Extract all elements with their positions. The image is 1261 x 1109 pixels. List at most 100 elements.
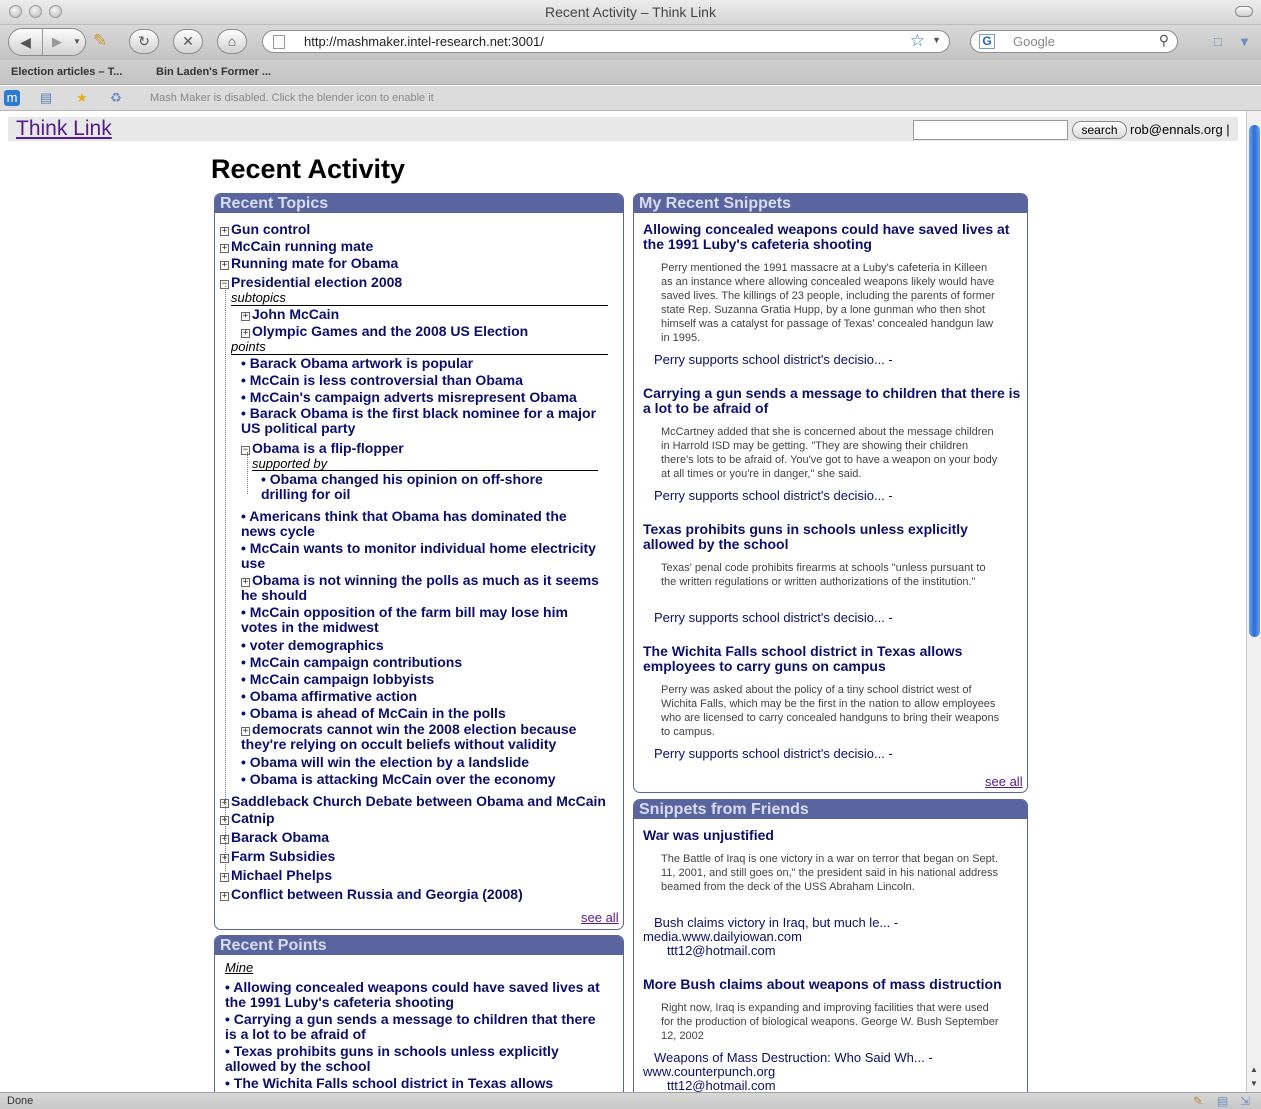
subtopic-item[interactable]: + John McCain [241, 306, 339, 322]
snippets-see-all-link[interactable]: see all [985, 774, 1023, 789]
topic-item[interactable]: + Catnip [220, 810, 275, 826]
point-item[interactable]: • McCain opposition of the farm bill may… [241, 605, 603, 635]
bookmark-star-icon[interactable]: ☆ [910, 31, 925, 51]
expand-plus-icon[interactable]: + [220, 854, 229, 863]
sidebar-icon[interactable]: ▤ [38, 90, 54, 106]
snippet-title[interactable]: Carrying a gun sends a message to childr… [643, 386, 1021, 416]
address-bar[interactable]: http://mashmaker.intel-research.net:3001… [262, 30, 950, 53]
expand-plus-icon[interactable]: + [220, 873, 229, 882]
mashmaker-status-message: Mash Maker is disabled. Click the blende… [150, 92, 434, 104]
supporting-point[interactable]: • Obama changed his opinion on off-shore… [261, 472, 591, 502]
snippet-source-link[interactable]: Perry supports school district's decisio… [654, 352, 893, 367]
point-item[interactable]: • McCain is less controversial than Obam… [241, 372, 523, 388]
recent-point-item[interactable]: • Carrying a gun sends a message to chil… [225, 1012, 610, 1042]
point-item[interactable]: • Obama will win the election by a lands… [241, 754, 529, 770]
broom-status-icon[interactable]: ✎ [1193, 1094, 1203, 1108]
point-item[interactable]: • Barack Obama artwork is popular [241, 355, 473, 371]
point-item[interactable]: • Obama affirmative action [241, 688, 417, 704]
point-item[interactable]: • McCain campaign contributions [241, 654, 462, 670]
scroll-up-arrow-icon[interactable]: ▲ [1247, 1063, 1261, 1077]
snippet-title[interactable]: Allowing concealed weapons could have sa… [643, 222, 1021, 252]
point-item-expanded[interactable]: − Obama is a flip-flopper [241, 440, 404, 456]
toolbar-toggle-button[interactable] [1235, 6, 1253, 17]
expand-plus-icon[interactable]: + [241, 727, 250, 736]
topic-item[interactable]: + Gun control [220, 221, 310, 237]
web-search-field[interactable]: G Google ⚲ [970, 30, 1178, 53]
snippet-title[interactable]: The Wichita Falls school district in Tex… [643, 644, 1021, 674]
expand-plus-icon[interactable]: + [220, 261, 229, 270]
point-item[interactable]: • Americans think that Obama has dominat… [241, 509, 603, 539]
url-text: http://mashmaker.intel-research.net:3001… [304, 34, 544, 49]
forward-button[interactable]: ▶ [44, 29, 70, 55]
snippet-title[interactable]: More Bush claims about weapons of mass d… [643, 977, 1021, 992]
point-item[interactable]: + Obama is not winning the polls as much … [241, 573, 603, 603]
recent-point-item[interactable]: • Texas prohibits guns in schools unless… [225, 1044, 610, 1074]
expand-plus-icon[interactable]: + [241, 312, 250, 321]
collapse-minus-icon[interactable]: − [241, 446, 250, 455]
think-link-logo-link[interactable]: Think Link [16, 117, 112, 141]
expand-plus-icon[interactable]: + [241, 329, 250, 338]
expand-plus-icon[interactable]: + [220, 227, 229, 236]
expand-plus-icon[interactable]: + [220, 799, 229, 808]
scroll-down-arrow-icon[interactable]: ▼ [1247, 1077, 1261, 1091]
bookmark-bin-laden[interactable]: Bin Laden's Former ... [156, 66, 271, 78]
blender-icon[interactable]: ♻ [108, 90, 124, 106]
mashmaker-status-icon[interactable]: ▤ [1217, 1094, 1228, 1108]
topic-item-expanded[interactable]: − Presidential election 2008 [220, 274, 402, 290]
search-magnifier-icon[interactable]: ⚲ [1159, 32, 1169, 49]
topics-see-all-link[interactable]: see all [581, 910, 619, 925]
snippet-source-link[interactable]: Perry supports school district's decisio… [654, 610, 893, 625]
point-item[interactable]: • McCain wants to monitor individual hom… [241, 541, 603, 571]
site-search-input[interactable] [913, 120, 1068, 140]
site-search-button[interactable]: search [1072, 121, 1127, 139]
topic-item[interactable]: + Barack Obama [220, 829, 329, 845]
topic-item[interactable]: + Running mate for Obama [220, 255, 398, 271]
expand-plus-icon[interactable]: + [241, 578, 250, 587]
resize-grip-icon[interactable]: ⇲ [1240, 1094, 1250, 1108]
point-item[interactable]: + democrats cannot win the 2008 election … [241, 722, 603, 752]
google-engine-icon[interactable]: G [979, 34, 995, 49]
snippet-source-link[interactable]: Perry supports school district's decisio… [654, 746, 893, 761]
snippet-source-link[interactable]: Bush claims victory in Iraq, but much le… [654, 915, 898, 930]
bookmark-election-articles[interactable]: Election articles – T... [11, 66, 122, 78]
point-item[interactable]: • McCain's campaign adverts misrepresent… [241, 389, 577, 405]
url-dropdown-icon[interactable]: ▼ [932, 35, 941, 45]
stop-button[interactable]: ✕ [173, 29, 203, 54]
topic-item[interactable]: + McCain running mate [220, 238, 373, 254]
mashmaker-broom-icon[interactable]: ✎ [93, 31, 115, 53]
history-dropdown-icon[interactable]: ▼ [69, 29, 85, 55]
topic-item[interactable]: + Michael Phelps [220, 867, 332, 883]
mashmaker-logo-icon[interactable]: m [4, 90, 20, 106]
snippet-title[interactable]: Texas prohibits guns in schools unless e… [643, 522, 1021, 552]
download-icon[interactable]: ▼ [1238, 34, 1251, 49]
chat-bubble-icon[interactable]: □ [1214, 34, 1222, 49]
expand-plus-icon[interactable]: + [220, 244, 229, 253]
expand-plus-icon[interactable]: + [220, 892, 229, 901]
expand-plus-icon[interactable]: + [220, 835, 229, 844]
snippet-source-link[interactable]: Perry supports school district's decisio… [654, 488, 893, 503]
point-item[interactable]: • Barack Obama is the first black nomine… [241, 406, 603, 436]
snippet-title[interactable]: War was unjustified [643, 828, 1021, 843]
expand-plus-icon[interactable]: + [220, 816, 229, 825]
scrollbar-thumb[interactable] [1249, 125, 1260, 637]
point-item[interactable]: • McCain campaign lobbyists [241, 671, 434, 687]
topic-item[interactable]: + Conflict between Russia and Georgia (20… [220, 886, 523, 902]
back-button[interactable]: ◀ [9, 29, 43, 55]
recent-point-item[interactable]: • The Wichita Falls school district in T… [225, 1076, 610, 1091]
topic-item[interactable]: + Saddleback Church Debate between Obama … [220, 793, 606, 809]
home-button[interactable]: ⌂ [217, 29, 247, 54]
point-item[interactable]: • Obama is attacking McCain over the eco… [241, 771, 556, 787]
snippet-body: Texas' penal code prohibits firearms at … [661, 562, 986, 588]
tree-guide-line [225, 286, 226, 871]
recent-point-item[interactable]: • Allowing concealed weapons could have … [225, 980, 610, 1010]
reload-button[interactable]: ↻ [129, 29, 159, 54]
point-item[interactable]: • Obama is ahead of McCain in the polls [241, 705, 506, 721]
subtopic-item[interactable]: + Olympic Games and the 2008 US Election [241, 323, 528, 339]
snippet-user-link[interactable]: ttt12@hotmail.com [667, 1078, 776, 1092]
star-icon[interactable]: ★ [74, 90, 90, 106]
vertical-scrollbar[interactable]: ▲ ▼ [1246, 111, 1261, 1092]
topic-item[interactable]: + Farm Subsidies [220, 848, 335, 864]
point-item[interactable]: • voter demographics [241, 637, 384, 653]
snippet-user-link[interactable]: ttt12@hotmail.com [667, 943, 776, 958]
snippet-source-link[interactable]: Weapons of Mass Destruction: Who Said Wh… [654, 1050, 933, 1065]
